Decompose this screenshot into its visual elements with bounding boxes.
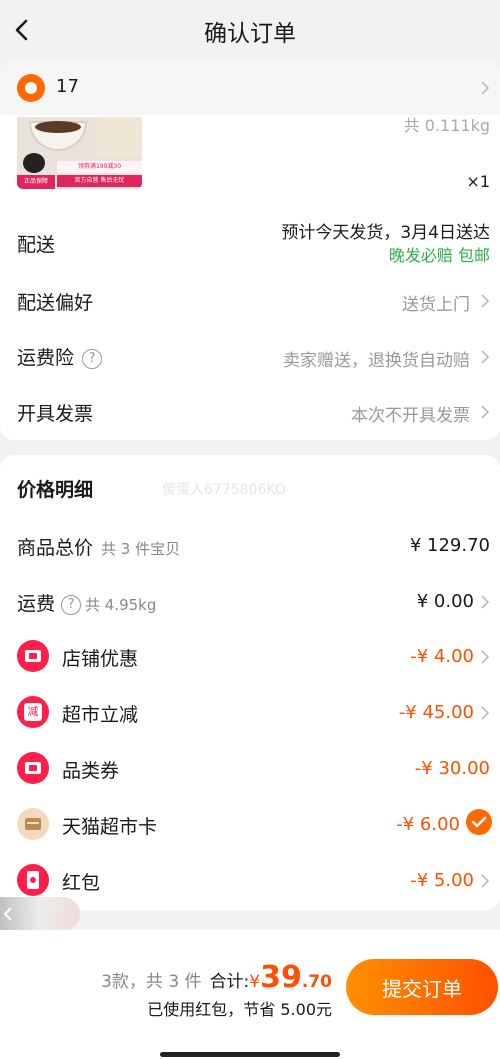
product-weight: 共 0.111kg [403,116,490,135]
chevron-right-icon [478,595,492,609]
price-detail-card: 价格明细 傻蛋人6775806KO 商品总价共 3 件宝贝 ¥ 129.70 运… [0,455,500,910]
delivery-estimate: 预计今天发货，3月4日送达 [281,223,490,243]
chevron-right-icon [478,874,492,888]
shipping-label: 运费 [17,593,56,615]
discount-label: 红包 [62,872,101,894]
preference-label: 配送偏好 [17,292,94,314]
discount-value: -¥ 45.00 [398,702,474,723]
chevron-right-icon [478,350,492,364]
item-count: 3款，共 3 件 [101,972,202,992]
image-badge-text: 官方自营 售后无忧 [57,175,142,187]
total-label: 合计: [209,972,250,992]
invoice-label: 开具发票 [17,403,94,425]
insurance-label-wrap: 运费险? [17,343,103,370]
order-info-card: 17 领券满199减30 官方自营 售后无忧 正品保障 共 0.111kg ×1… [0,60,500,440]
discount-label: 超市立减 [62,704,139,726]
preference-value: 送货上门 [402,295,470,315]
package-graphic [97,117,142,157]
store-name: 17 [56,76,79,97]
image-promo-text: 领券满199减30 [57,161,142,173]
total-amount-int: 39 [260,960,302,995]
shipping-label-wrap: 运费? 共 4.95kg [17,589,156,616]
delivery-guarantee: 晚发必赔 包邮 [388,246,490,265]
chevron-right-icon [478,405,492,419]
subtotal-count: 共 3 件宝贝 [101,540,181,558]
total-amount-dec: .70 [301,972,332,992]
shipping-value: ¥ 0.00 [416,591,474,612]
chevron-left-icon [3,907,12,921]
coffee-graphic [35,121,81,133]
store-row[interactable]: 17 [0,60,500,115]
top-bar: 确认订单 [0,0,500,60]
image-tag-text: 正品保障 [17,175,55,189]
red-packet-icon [17,864,49,896]
reduction-icon: 减 [17,696,49,728]
insurance-value: 卖家赠送，退换货自动赔 [283,351,470,371]
price-detail-title: 价格明细 [17,479,94,501]
discount-label: 品类券 [62,760,120,782]
discount-value: -¥ 5.00 [410,870,474,891]
delivery-label: 配送 [17,234,56,256]
product-image[interactable]: 领券满199减30 官方自营 售后无忧 正品保障 [17,117,142,189]
subtotal-label: 商品总价 [17,537,94,559]
floating-back-bubble[interactable] [0,897,80,931]
gift-card-icon [17,808,49,840]
total-summary: 3款，共 3 件合计:¥39.70 [101,960,332,995]
discount-value: -¥ 4.00 [410,646,474,667]
shipping-weight: 共 4.95kg [85,596,157,614]
watermark-text: 傻蛋人6775806KO [162,482,286,498]
help-icon[interactable]: ? [61,595,82,615]
discount-label: 店铺优惠 [62,648,139,670]
tmall-cat-icon [23,153,45,173]
chevron-right-icon [478,81,492,95]
product-quantity: ×1 [466,172,490,191]
chevron-right-icon [478,706,492,720]
home-indicator [160,1052,340,1057]
store-logo-icon [17,74,45,102]
discount-value: -¥ 6.00 [396,814,460,835]
chevron-right-icon [478,650,492,664]
invoice-value: 本次不开具发票 [351,406,470,426]
checkmark-icon[interactable] [466,809,492,835]
discount-value: -¥ 30.00 [414,758,490,779]
coupon-icon [17,640,49,672]
discount-label: 天猫超市卡 [62,816,158,838]
coupon-icon [17,752,49,784]
checkout-bar: 3款，共 3 件合计:¥39.70 已使用红包，节省 5.00元 提交订单 [0,930,500,1059]
insurance-label: 运费险 [17,347,75,369]
currency-symbol: ¥ [249,972,261,992]
subtotal-label-wrap: 商品总价共 3 件宝贝 [17,533,180,560]
submit-order-button[interactable]: 提交订单 [346,959,498,1015]
help-icon[interactable]: ? [82,349,103,369]
chevron-right-icon [478,294,492,308]
subtotal-value: ¥ 129.70 [409,535,490,556]
page-title: 确认订单 [204,21,296,47]
savings-text: 已使用红包，节省 5.00元 [147,1000,332,1019]
